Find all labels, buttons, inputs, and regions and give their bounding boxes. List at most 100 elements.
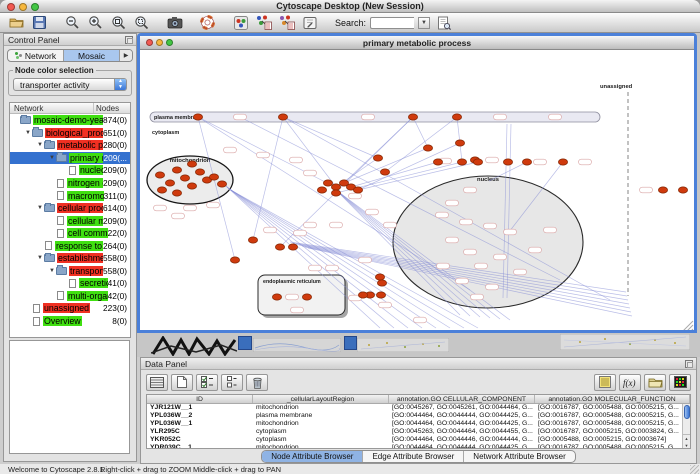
node-color-combobox[interactable]: transporter activity ▲▼ (13, 78, 127, 91)
open-session-icon[interactable] (7, 14, 26, 31)
tree-row[interactable]: ▼biological_process651(0) (10, 127, 130, 140)
network-node[interactable] (155, 172, 164, 178)
network-node[interactable] (503, 159, 512, 165)
minimize-window-icon[interactable] (19, 3, 27, 11)
maximize-window-icon[interactable] (31, 3, 39, 11)
network-node[interactable] (172, 167, 181, 173)
tree-row[interactable]: response to stimulu264(0) (10, 239, 130, 252)
zoom-fit-icon[interactable] (109, 14, 128, 31)
network-node[interactable] (157, 187, 166, 193)
network-node[interactable] (375, 274, 384, 280)
birds-eye-view[interactable] (9, 340, 130, 454)
canvas-resize-grip[interactable] (683, 321, 693, 330)
annotation-icon[interactable] (300, 14, 319, 31)
canvas-resize-grip[interactable] (691, 329, 693, 330)
network-node[interactable] (217, 181, 226, 187)
save-session-icon[interactable] (30, 14, 49, 31)
table-column-header[interactable]: ID (147, 395, 253, 403)
network-node[interactable] (323, 180, 332, 186)
network-node[interactable] (317, 187, 326, 193)
tree-row[interactable]: secretion41(0) (10, 277, 130, 290)
table-row[interactable]: YLR295Ccytoplasm[GO:0045263, GO:0044464,… (147, 428, 690, 436)
network-node[interactable] (353, 187, 362, 193)
expand-arrow-icon[interactable]: ▼ (36, 255, 44, 261)
tree-row[interactable]: ▼primary metabo209(... (10, 152, 130, 165)
tree-row[interactable]: nitrogen compo209(0) (10, 177, 130, 190)
tree-row[interactable]: ▼transport558(0) (10, 265, 130, 278)
tree-row[interactable]: Overview8(0) (10, 315, 130, 328)
network-node[interactable] (193, 114, 202, 120)
network-graph[interactable]: plasma membranecytoplasmmitochondrionnuc… (140, 50, 694, 330)
network-node[interactable] (172, 190, 181, 196)
table-scrollbar[interactable]: ▲▼ (682, 404, 690, 448)
network-node[interactable] (373, 155, 382, 161)
scroll-down-icon[interactable]: ▼ (683, 442, 690, 449)
tree-row[interactable]: ▼metabolic process280(0) (10, 139, 130, 152)
tree-header-nodes[interactable]: Nodes (94, 103, 130, 113)
tree-header[interactable]: Network Nodes (10, 103, 130, 114)
table-row[interactable]: YKR052Ccytoplasm[GO:0044464, GO:0044446,… (147, 436, 690, 444)
import-attributes-icon[interactable] (644, 374, 666, 391)
tree-row[interactable]: multi-organism pro42(0) (10, 290, 130, 303)
tab-network[interactable]: Network (8, 50, 64, 61)
tree-row[interactable]: ▼establishment of lo558(0) (10, 252, 130, 265)
table-row[interactable]: YDR039C__1mitochondrion[GO:0044464, GO:0… (147, 444, 690, 449)
delete-attribute-icon[interactable] (246, 374, 268, 391)
network-node[interactable] (423, 145, 432, 151)
network-node[interactable] (165, 180, 174, 186)
network-node[interactable] (331, 190, 340, 196)
expand-arrow-icon[interactable]: ▼ (36, 205, 44, 211)
zoom-selected-icon[interactable] (132, 14, 151, 31)
table-column-header[interactable]: annotation.GO MOLECULAR_FUNCTION (535, 395, 690, 403)
new-attribute-icon[interactable] (171, 374, 193, 391)
view-minimize-icon[interactable] (156, 39, 163, 46)
table-column-header[interactable]: _cellularLayoutRegion (253, 395, 389, 403)
table-row[interactable]: YPL036W__1mitochondrion[GO:0044464, GO:0… (147, 420, 690, 428)
import-network-table-icon[interactable] (254, 14, 273, 31)
function-builder-icon[interactable]: f(x) (619, 374, 641, 391)
search-dropdown-icon[interactable]: ▼ (418, 17, 430, 29)
scrollbar-thumb[interactable] (684, 405, 690, 419)
network-edge[interactable] (283, 117, 378, 158)
zoom-in-icon[interactable] (86, 14, 105, 31)
network-node[interactable] (457, 159, 466, 165)
network-edge[interactable] (457, 117, 462, 162)
tree-header-network[interactable]: Network (10, 103, 94, 113)
import-attribute-table-icon[interactable] (277, 14, 296, 31)
window-titlebar[interactable]: Cytoscape Desktop (New Session) (0, 0, 700, 13)
network-node[interactable] (658, 187, 667, 193)
network-edge[interactable] (344, 148, 428, 183)
network-node[interactable] (380, 169, 389, 175)
search-input[interactable] (370, 17, 414, 29)
network-node[interactable] (230, 257, 239, 263)
table-row[interactable]: YPL036W__2plasma membrane[GO:0044464, GO… (147, 412, 690, 420)
network-node[interactable] (408, 114, 417, 120)
network-node[interactable] (302, 294, 311, 300)
scrollbar-arrows[interactable]: ▲▼ (683, 434, 690, 448)
network-node[interactable] (358, 292, 367, 298)
close-window-icon[interactable] (7, 3, 15, 11)
zoom-out-icon[interactable] (63, 14, 82, 31)
network-node[interactable] (433, 159, 442, 165)
network-node[interactable] (209, 174, 218, 180)
network-node[interactable] (195, 169, 204, 175)
float-data-panel-icon[interactable] (685, 360, 693, 368)
network-node[interactable] (288, 244, 297, 250)
resize-grip[interactable] (690, 465, 699, 474)
network-node[interactable] (522, 159, 531, 165)
tree-row[interactable]: cellular metabo209(0) (10, 214, 130, 227)
network-node[interactable] (187, 183, 196, 189)
network-node[interactable] (376, 292, 385, 298)
tab-edge-attribute-browser[interactable]: Edge Attribute Browser (363, 451, 464, 462)
help-lifesaver-icon[interactable] (198, 14, 217, 31)
network-node[interactable] (678, 187, 687, 193)
expand-arrow-icon[interactable]: ▼ (36, 142, 44, 148)
tab-overflow-icon[interactable]: ▶ (120, 50, 132, 61)
expand-arrow-icon[interactable]: ▼ (48, 155, 56, 161)
search-options-icon[interactable] (434, 14, 453, 31)
unselect-attributes-icon[interactable] (221, 374, 243, 391)
tree-row[interactable]: mosaic-demo-yeast874(0) (10, 114, 130, 127)
network-node[interactable] (473, 159, 482, 165)
expand-arrow-icon[interactable]: ▼ (24, 130, 32, 136)
view-maximize-icon[interactable] (166, 39, 173, 46)
